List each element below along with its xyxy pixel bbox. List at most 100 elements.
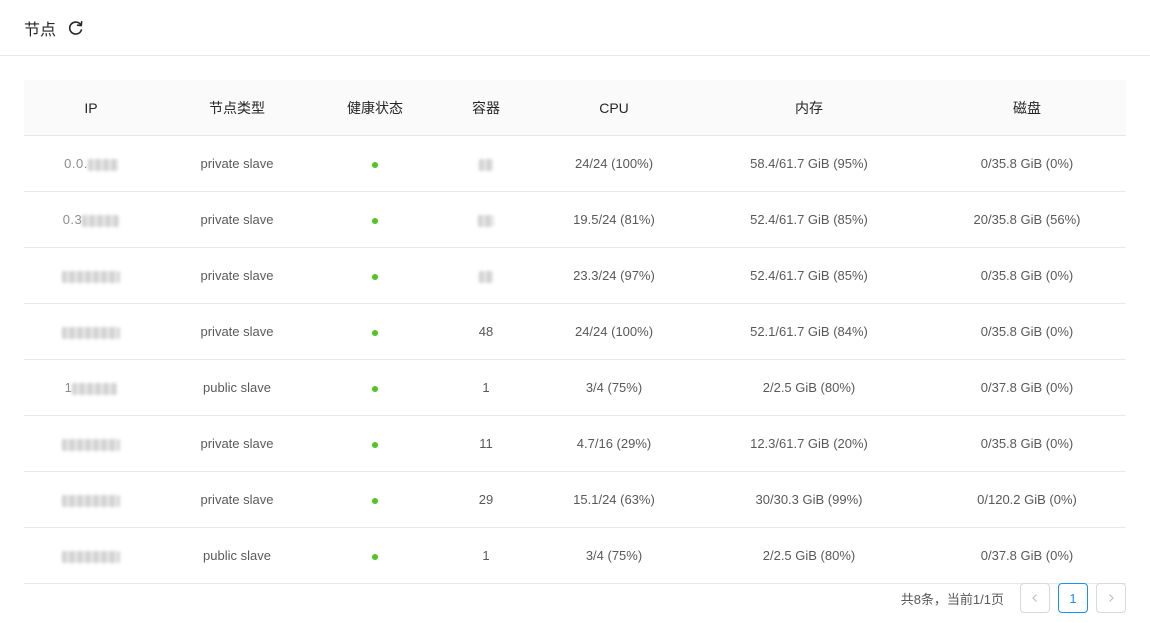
containers-cell xyxy=(434,135,538,192)
health-status-dot xyxy=(372,218,378,224)
disk-cell: 20/35.8 GiB (56%) xyxy=(928,191,1126,248)
health-cell xyxy=(316,415,434,472)
nodes-table-container: IP 节点类型 健康状态 容器 CPU 内存 磁盘 0.0. private sl… xyxy=(24,80,1126,584)
node-type-cell: private slave xyxy=(158,135,316,192)
containers-cell: 1 xyxy=(434,359,538,416)
chevron-left-icon xyxy=(1032,594,1037,602)
table-row: private slave 23.3/24 (97%) 52.4/61.7 GiB … xyxy=(24,247,1126,304)
redacted-count-mask xyxy=(478,214,494,227)
health-status-dot xyxy=(372,442,378,448)
node-type-cell: private slave xyxy=(158,191,316,248)
cpu-cell: 24/24 (100%) xyxy=(538,135,690,192)
disk-cell: 0/35.8 GiB (0%) xyxy=(928,135,1126,192)
ip-text: 0.3 xyxy=(62,212,83,227)
redacted-ip-mask xyxy=(62,438,120,451)
table-row: private slave 48 24/24 (100%) 52.1/61.7 GiB… xyxy=(24,303,1126,360)
memory-cell: 52.1/61.7 GiB (84%) xyxy=(690,303,928,360)
health-cell xyxy=(316,471,434,528)
health-cell xyxy=(316,135,434,192)
chevron-right-icon xyxy=(1109,594,1114,602)
cpu-cell: 23.3/24 (97%) xyxy=(538,247,690,304)
cpu-cell: 15.1/24 (63%) xyxy=(538,471,690,528)
nodes-table: IP 节点类型 健康状态 容器 CPU 内存 磁盘 0.0. private sl… xyxy=(24,80,1126,584)
pagination: 共8条，当前1/1页 1 xyxy=(901,582,1126,614)
ip-cell xyxy=(24,247,158,304)
redacted-count-mask xyxy=(479,158,493,171)
health-cell xyxy=(316,527,434,584)
ip-cell xyxy=(24,415,158,472)
health-cell xyxy=(316,247,434,304)
cpu-cell: 24/24 (100%) xyxy=(538,303,690,360)
disk-cell: 0/120.2 GiB (0%) xyxy=(928,471,1126,528)
table-header-row: IP 节点类型 健康状态 容器 CPU 内存 磁盘 xyxy=(24,80,1126,136)
pagination-summary: 共8条，当前1/1页 xyxy=(900,591,1004,607)
cpu-cell: 3/4 (75%) xyxy=(538,527,690,584)
memory-cell: 2/2.5 GiB (80%) xyxy=(690,359,928,416)
containers-cell: 48 xyxy=(434,303,538,360)
health-status-dot xyxy=(372,498,378,504)
column-header-containers: 容器 xyxy=(434,80,538,136)
column-header-ip: IP xyxy=(24,80,158,136)
memory-cell: 52.4/61.7 GiB (85%) xyxy=(690,247,928,304)
health-status-dot xyxy=(372,162,378,168)
node-type-cell: private slave xyxy=(158,303,316,360)
redacted-ip-mask xyxy=(87,158,118,171)
page-button-1[interactable]: 1 xyxy=(1058,583,1088,613)
health-cell xyxy=(316,303,434,360)
disk-cell: 0/35.8 GiB (0%) xyxy=(928,247,1126,304)
prev-page-button[interactable] xyxy=(1020,583,1050,613)
ip-text: 0.0. xyxy=(64,156,88,171)
health-cell xyxy=(316,191,434,248)
health-status-dot xyxy=(372,330,378,336)
memory-cell: 58.4/61.7 GiB (95%) xyxy=(690,135,928,192)
table-row: public slave 1 3/4 (75%) 2/2.5 GiB (80%) 0/3… xyxy=(24,527,1126,584)
memory-cell: 30/30.3 GiB (99%) xyxy=(690,471,928,528)
column-header-node-type: 节点类型 xyxy=(158,80,316,136)
table-row: private slave 11 4.7/16 (29%) 12.3/61.7 GiB… xyxy=(24,415,1126,472)
page-header: 节点 xyxy=(0,0,1150,56)
table-row: 0.0. private slave 24/24 (100%) 58.4/61.7 G… xyxy=(24,135,1126,192)
health-status-dot xyxy=(372,274,378,280)
cpu-cell: 4.7/16 (29%) xyxy=(538,415,690,472)
disk-cell: 0/35.8 GiB (0%) xyxy=(928,303,1126,360)
node-type-cell: private slave xyxy=(158,247,316,304)
containers-cell: 1 xyxy=(434,527,538,584)
redacted-ip-mask xyxy=(72,382,118,395)
disk-cell: 0/35.8 GiB (0%) xyxy=(928,415,1126,472)
table-row: private slave 29 15.1/24 (63%) 30/30.3 GiB … xyxy=(24,471,1126,528)
ip-text: 1 xyxy=(64,380,73,395)
redacted-count-mask xyxy=(479,270,493,283)
memory-cell: 2/2.5 GiB (80%) xyxy=(690,527,928,584)
redacted-ip-mask xyxy=(62,326,120,339)
disk-cell: 0/37.8 GiB (0%) xyxy=(928,359,1126,416)
redacted-ip-mask xyxy=(62,550,120,563)
page-title: 节点 xyxy=(24,21,57,39)
cpu-cell: 19.5/24 (81%) xyxy=(538,191,690,248)
column-header-disk: 磁盘 xyxy=(928,80,1126,136)
ip-cell: 0.0. xyxy=(24,135,158,192)
node-type-cell: public slave xyxy=(158,527,316,584)
table-row: 1 public slave 1 3/4 (75%) 2/2.5 GiB (80%) 0/… xyxy=(24,359,1126,416)
node-type-cell: private slave xyxy=(158,415,316,472)
ip-cell xyxy=(24,527,158,584)
redacted-ip-mask xyxy=(62,494,120,507)
ip-cell: 0.3 xyxy=(24,191,158,248)
column-header-memory: 内存 xyxy=(690,80,928,136)
health-cell xyxy=(316,359,434,416)
containers-cell: 29 xyxy=(434,471,538,528)
cpu-cell: 3/4 (75%) xyxy=(538,359,690,416)
refresh-icon[interactable] xyxy=(68,19,86,37)
next-page-button[interactable] xyxy=(1096,583,1126,613)
memory-cell: 12.3/61.7 GiB (20%) xyxy=(690,415,928,472)
containers-cell xyxy=(434,191,538,248)
node-type-cell: public slave xyxy=(158,359,316,416)
node-type-cell: private slave xyxy=(158,471,316,528)
redacted-ip-mask xyxy=(82,214,120,227)
ip-cell xyxy=(24,303,158,360)
containers-cell xyxy=(434,247,538,304)
column-header-cpu: CPU xyxy=(538,80,690,136)
disk-cell: 0/37.8 GiB (0%) xyxy=(928,527,1126,584)
column-header-health: 健康状态 xyxy=(316,80,434,136)
containers-cell: 11 xyxy=(434,415,538,472)
ip-cell: 1 xyxy=(24,359,158,416)
